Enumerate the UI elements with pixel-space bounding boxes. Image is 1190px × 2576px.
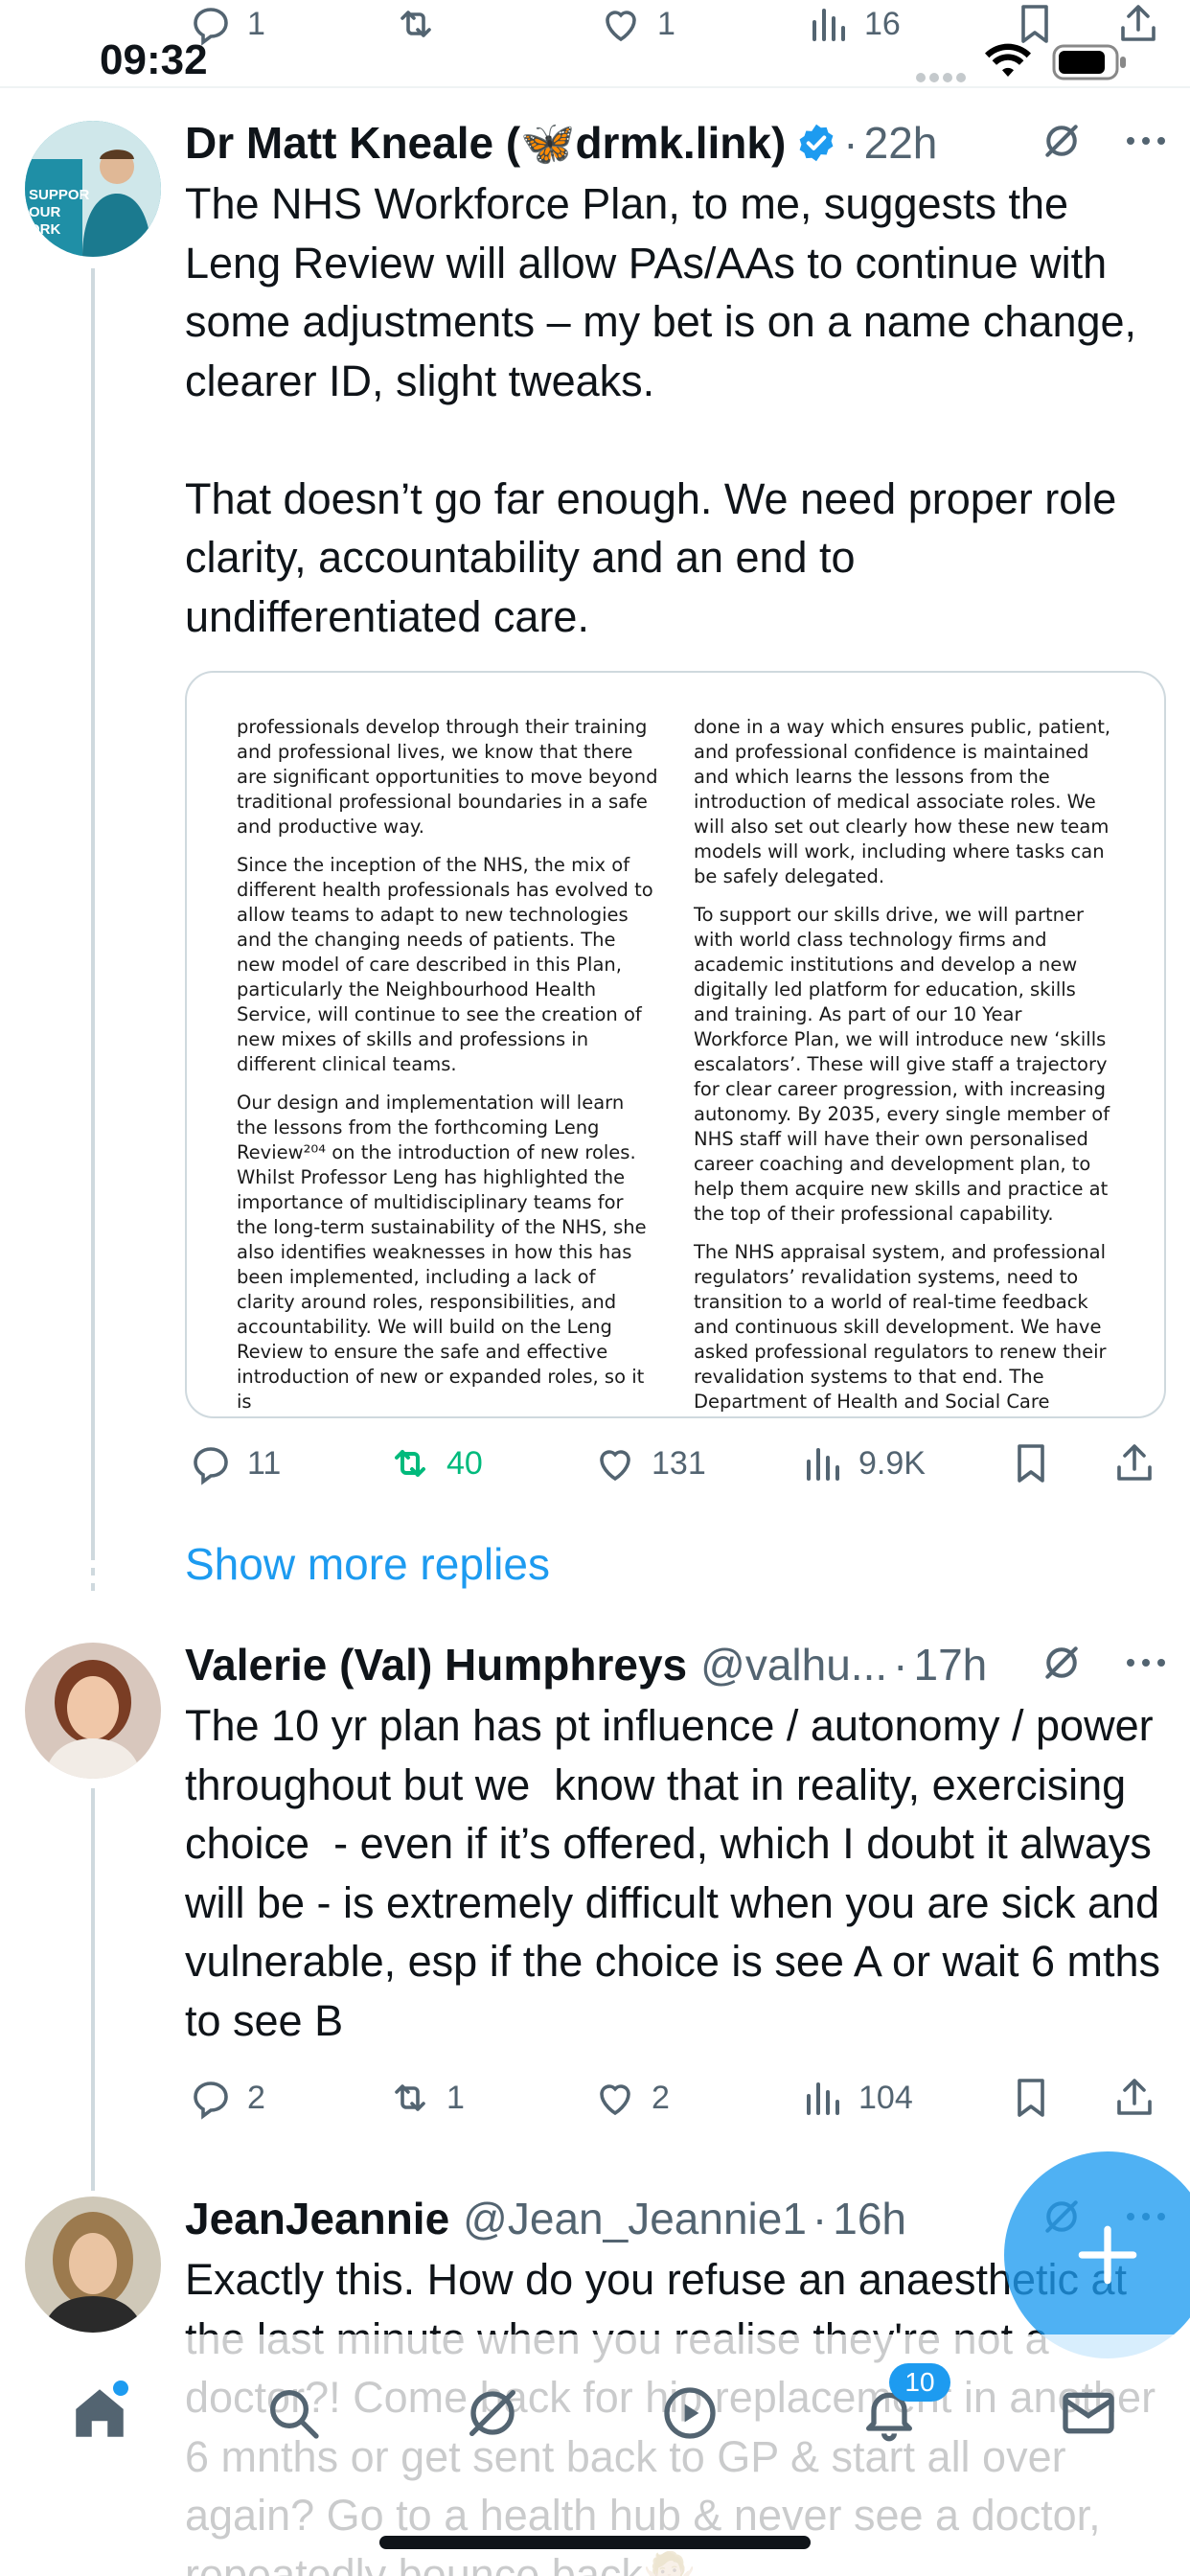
views-count: 104	[858, 2079, 913, 2116]
tweet-actions: 2 1 2 104	[182, 2064, 1159, 2131]
avatar[interactable]: SUPPOR OUR ORK	[25, 121, 161, 257]
views-count: 9.9K	[858, 1444, 926, 1482]
repost-count: 1	[446, 2079, 465, 2116]
views-icon	[807, 1448, 839, 1481]
tweet-text: The NHS Workforce Plan, to me, suggests …	[185, 179, 1137, 641]
nav-notifications[interactable]: 10	[851, 2363, 950, 2451]
tweet-header-right	[1041, 109, 1167, 176]
document-left-column: professionals develop through their trai…	[237, 715, 658, 1416]
reply-count: 2	[247, 2079, 265, 2116]
doc-paragraph: done in a way which ensures public, pati…	[694, 716, 1111, 887]
repost-icon	[395, 2084, 425, 2111]
status-time: 09:32	[100, 36, 208, 83]
tweet-time[interactable]: 16h	[833, 2193, 906, 2244]
display-name[interactable]: Valerie (Val) Humphreys	[185, 1639, 687, 1690]
share-icon	[1117, 1444, 1152, 1481]
search-icon	[270, 2390, 319, 2439]
views-button[interactable]: 9.9K	[799, 1430, 926, 1497]
grok-icon	[469, 2390, 515, 2436]
views-button[interactable]: 104	[799, 2064, 913, 2131]
play-icon	[664, 2387, 716, 2439]
bottom-nav: 10	[0, 2334, 1190, 2576]
tweet-header-right	[1041, 1631, 1167, 1698]
bookmark-button[interactable]	[1008, 1430, 1054, 1497]
display-name[interactable]: JeanJeannie	[185, 2193, 449, 2244]
nav-search[interactable]	[255, 2375, 332, 2451]
doc-paragraph: Our design and implementation will learn…	[237, 1092, 647, 1413]
reply-icon	[194, 2082, 228, 2120]
plus-icon	[1078, 2225, 1137, 2285]
bookmark-button[interactable]	[1008, 2064, 1054, 2131]
document-right-column: done in a way which ensures public, pati…	[694, 715, 1115, 1416]
reply-button[interactable]: 11	[188, 1430, 281, 1497]
show-more-replies-link[interactable]: Show more replies	[185, 1538, 550, 1590]
svg-text:ORK: ORK	[29, 221, 61, 238]
avatar[interactable]	[25, 2196, 161, 2333]
like-button[interactable]: 131	[592, 1430, 706, 1497]
like-count: 2	[652, 2079, 670, 2116]
attached-image[interactable]: professionals develop through their trai…	[185, 671, 1166, 1418]
like-count: 131	[652, 1444, 706, 1482]
reply-count: 11	[247, 1444, 282, 1482]
doc-paragraph: The NHS appraisal system, and profession…	[694, 1241, 1107, 1416]
header-divider	[0, 86, 1190, 88]
display-name[interactable]: Dr Matt Kneale (🦋drmk.link)	[185, 117, 786, 170]
more-options-icon[interactable]	[1125, 1656, 1167, 1673]
bookmark-icon	[1018, 2079, 1044, 2117]
share-icon	[1117, 2079, 1152, 2115]
doc-paragraph: professionals develop through their trai…	[237, 716, 658, 838]
bookmark-icon	[1018, 1444, 1044, 1483]
nav-video[interactable]	[652, 2375, 728, 2451]
avatar[interactable]	[25, 1643, 161, 1779]
svg-text:OUR: OUR	[29, 204, 61, 220]
tweet-time[interactable]: 17h	[913, 1639, 987, 1690]
notification-badge: 10	[889, 2363, 950, 2402]
mail-icon	[1063, 2392, 1114, 2434]
tweet-time[interactable]: 22h	[864, 117, 938, 169]
reply-icon	[194, 1447, 228, 1485]
heart-icon	[600, 2084, 630, 2116]
wifi-icon	[983, 42, 1033, 85]
verified-badge-icon	[795, 122, 837, 164]
repost-button[interactable]: 40	[387, 1430, 483, 1497]
grok-icon[interactable]	[1041, 120, 1083, 167]
tweet-actions: 11 40 131 9.9K	[182, 1430, 1159, 1497]
share-button[interactable]	[1111, 2064, 1157, 2131]
repost-icon	[395, 1450, 425, 1477]
status-bar: 09:32	[0, 0, 1190, 86]
thread-gap-dots	[91, 1552, 95, 1596]
user-handle[interactable]: @valhu...	[700, 1639, 887, 1690]
user-handle[interactable]: @Jean_Jeannie1	[463, 2193, 807, 2244]
svg-text:SUPPOR: SUPPOR	[29, 187, 90, 203]
reply-button[interactable]: 2	[188, 2064, 265, 2131]
doc-paragraph: Since the inception of the NHS, the mix …	[237, 854, 653, 1075]
home-indicator	[379, 2536, 811, 2549]
thread-line	[91, 1788, 95, 2191]
battery-icon	[1052, 44, 1129, 85]
unread-dot	[113, 2380, 128, 2396]
views-icon	[807, 2082, 839, 2115]
thread-line	[91, 268, 95, 1552]
grok-icon[interactable]	[1041, 1642, 1083, 1689]
repost-button[interactable]: 1	[387, 2064, 465, 2131]
tweet-header: Dr Matt Kneale (🦋drmk.link) · 22h	[185, 117, 938, 170]
repost-count: 40	[446, 1444, 483, 1482]
nav-home[interactable]	[61, 2375, 138, 2451]
like-button[interactable]: 2	[592, 2064, 670, 2131]
tweet-text: The 10 yr plan has pt influence / autono…	[185, 1701, 1173, 2045]
doc-paragraph: To support our skills drive, we will par…	[694, 904, 1110, 1225]
nav-messages[interactable]	[1050, 2375, 1127, 2451]
more-options-icon[interactable]	[1125, 134, 1167, 151]
heart-icon	[600, 1450, 630, 1482]
share-button[interactable]	[1111, 1430, 1157, 1497]
nav-grok[interactable]	[454, 2375, 531, 2451]
tweet-header: Valerie (Val) Humphreys @valhu... · 17h	[185, 1639, 988, 1690]
